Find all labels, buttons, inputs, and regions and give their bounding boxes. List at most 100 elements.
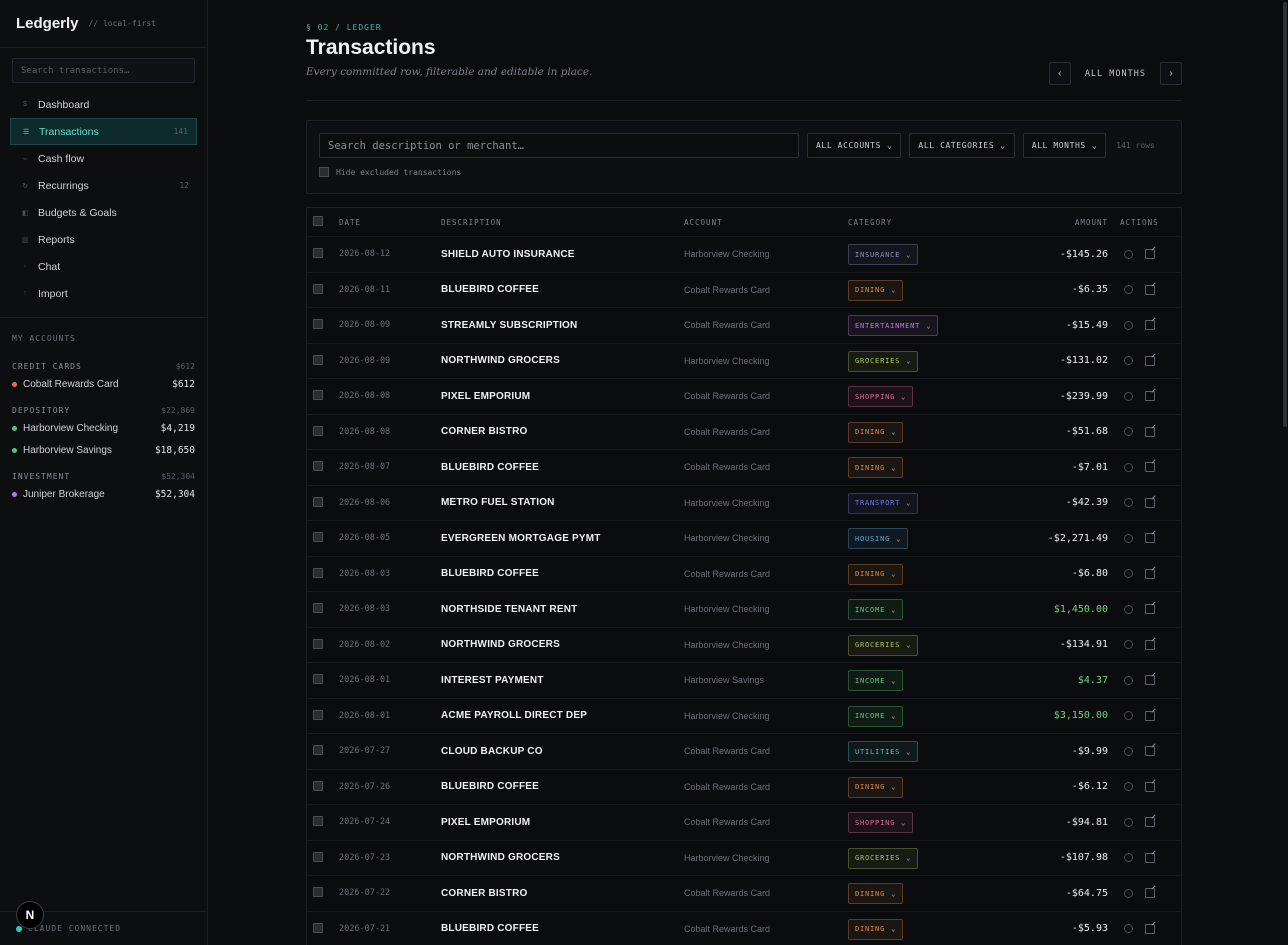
- table-row[interactable]: 2026-08-12 SHIELD AUTO INSURANCE Harborvie…: [307, 237, 1181, 273]
- table-row[interactable]: 2026-08-08 PIXEL EMPORIUM Cobalt Rewards C…: [307, 379, 1181, 415]
- sidebar-item-chat[interactable]: › Chat: [10, 253, 197, 280]
- sidebar-search-input[interactable]: Search transactions…: [12, 58, 195, 83]
- row-checkbox[interactable]: [313, 922, 323, 933]
- category-select[interactable]: GROCERIES ⌄: [848, 634, 919, 656]
- row-description[interactable]: EVERGREEN MORTGAGE PYMT: [441, 533, 684, 544]
- exclude-toggle-icon[interactable]: [1124, 569, 1133, 579]
- column-header-description[interactable]: DESCRIPTION: [441, 218, 684, 227]
- row-checkbox[interactable]: [313, 851, 323, 862]
- hide-excluded-checkbox[interactable]: [319, 167, 329, 177]
- sidebar-item-budgets-goals[interactable]: ◧ Budgets & Goals: [10, 199, 197, 226]
- account-filter-select[interactable]: ALL ACCOUNTS ⌄: [807, 133, 902, 158]
- category-select[interactable]: INCOME ⌄: [848, 670, 904, 691]
- row-description[interactable]: SHIELD AUTO INSURANCE: [441, 249, 684, 260]
- account-item[interactable]: Harborview Savings $18,650: [12, 439, 195, 461]
- category-select[interactable]: GROCERIES ⌄: [848, 350, 919, 372]
- column-header-account[interactable]: ACCOUNT: [684, 218, 848, 227]
- table-row[interactable]: 2026-08-03 NORTHSIDE TENANT RENT Harborvie…: [307, 592, 1181, 628]
- row-description[interactable]: CORNER BISTRO: [441, 888, 684, 899]
- row-checkbox[interactable]: [313, 354, 323, 365]
- table-row[interactable]: 2026-08-06 METRO FUEL STATION Harborview C…: [307, 486, 1181, 521]
- exclude-toggle-icon[interactable]: [1124, 711, 1133, 721]
- exclude-toggle-icon[interactable]: [1124, 853, 1133, 863]
- category-select[interactable]: TRANSPORT ⌄: [848, 492, 919, 514]
- exclude-toggle-icon[interactable]: [1124, 320, 1133, 330]
- category-select[interactable]: UTILITIES ⌄: [848, 741, 919, 762]
- edit-icon[interactable]: [1145, 675, 1155, 686]
- category-select[interactable]: GROCERIES ⌄: [848, 847, 919, 869]
- category-select[interactable]: DINING ⌄: [848, 563, 904, 585]
- row-description[interactable]: NORTHWIND GROCERS: [441, 852, 684, 863]
- category-select[interactable]: DINING ⌄: [848, 918, 904, 940]
- row-checkbox[interactable]: [313, 709, 323, 720]
- edit-icon[interactable]: [1145, 639, 1155, 650]
- edit-icon[interactable]: [1145, 426, 1155, 437]
- category-select[interactable]: DINING ⌄: [848, 279, 904, 301]
- prev-month-button[interactable]: ‹: [1048, 62, 1071, 85]
- sidebar-item-reports[interactable]: ▥ Reports: [10, 226, 197, 253]
- column-header-date[interactable]: DATE: [339, 218, 441, 227]
- exclude-toggle-icon[interactable]: [1124, 817, 1133, 827]
- row-description[interactable]: BLUEBIRD COFFEE: [441, 462, 684, 473]
- edit-icon[interactable]: [1145, 355, 1155, 366]
- column-header-category[interactable]: CATEGORY: [848, 218, 1008, 227]
- edit-icon[interactable]: [1145, 604, 1155, 615]
- table-row[interactable]: 2026-08-03 BLUEBIRD COFFEE Cobalt Rewards …: [307, 557, 1181, 592]
- edit-icon[interactable]: [1145, 923, 1155, 934]
- app-badge[interactable]: N: [16, 901, 44, 929]
- row-checkbox[interactable]: [313, 567, 323, 578]
- exclude-toggle-icon[interactable]: [1124, 604, 1133, 614]
- row-description[interactable]: BLUEBIRD COFFEE: [441, 923, 684, 934]
- row-checkbox[interactable]: [313, 283, 323, 294]
- sidebar-item-transactions[interactable]: ☰ Transactions 141: [10, 118, 197, 145]
- row-checkbox[interactable]: [313, 638, 323, 649]
- next-month-button[interactable]: ›: [1160, 62, 1182, 85]
- exclude-toggle-icon[interactable]: [1124, 640, 1133, 650]
- exclude-toggle-icon[interactable]: [1124, 249, 1133, 259]
- account-item[interactable]: Cobalt Rewards Card $612: [12, 373, 195, 395]
- transaction-search-input[interactable]: Search description or merchant…: [319, 133, 799, 158]
- table-row[interactable]: 2026-07-21 BLUEBIRD COFFEE Cobalt Rewards …: [307, 912, 1181, 945]
- row-description[interactable]: PIXEL EMPORIUM: [441, 817, 684, 828]
- edit-icon[interactable]: [1145, 710, 1155, 721]
- sidebar-item-import[interactable]: ↑ Import: [10, 280, 197, 307]
- row-description[interactable]: STREAMLY SUBSCRIPTION: [441, 320, 684, 331]
- exclude-toggle-icon[interactable]: [1124, 285, 1133, 295]
- category-select[interactable]: INCOME ⌄: [848, 599, 904, 620]
- account-item[interactable]: Harborview Checking $4,219: [12, 417, 195, 439]
- row-description[interactable]: PIXEL EMPORIUM: [441, 391, 684, 402]
- table-row[interactable]: 2026-08-01 INTEREST PAYMENT Harborview Sav…: [307, 663, 1181, 699]
- category-select[interactable]: DINING ⌄: [848, 883, 904, 904]
- row-checkbox[interactable]: [313, 319, 323, 330]
- table-row[interactable]: 2026-08-02 NORTHWIND GROCERS Harborview Ch…: [307, 628, 1181, 663]
- row-description[interactable]: BLUEBIRD COFFEE: [441, 781, 684, 792]
- table-row[interactable]: 2026-07-27 CLOUD BACKUP CO Cobalt Rewards …: [307, 734, 1181, 770]
- category-select[interactable]: SHOPPING ⌄: [848, 812, 914, 833]
- exclude-toggle-icon[interactable]: [1124, 675, 1133, 685]
- category-select[interactable]: DINING ⌄: [848, 457, 904, 478]
- edit-icon[interactable]: [1145, 391, 1155, 402]
- row-description[interactable]: METRO FUEL STATION: [441, 497, 684, 508]
- edit-icon[interactable]: [1145, 781, 1155, 792]
- row-description[interactable]: BLUEBIRD COFFEE: [441, 284, 684, 295]
- category-select[interactable]: INSURANCE ⌄: [848, 244, 919, 265]
- exclude-toggle-icon[interactable]: [1124, 462, 1133, 472]
- table-row[interactable]: 2026-08-01 ACME PAYROLL DIRECT DEP Harborv…: [307, 699, 1181, 734]
- row-checkbox[interactable]: [313, 780, 323, 791]
- category-select[interactable]: DINING ⌄: [848, 776, 904, 798]
- edit-icon[interactable]: [1145, 817, 1155, 828]
- table-row[interactable]: 2026-07-26 BLUEBIRD COFFEE Cobalt Rewards …: [307, 770, 1181, 805]
- row-checkbox[interactable]: [313, 390, 323, 401]
- edit-icon[interactable]: [1145, 852, 1155, 863]
- row-description[interactable]: ACME PAYROLL DIRECT DEP: [441, 710, 684, 721]
- category-filter-select[interactable]: ALL CATEGORIES ⌄: [909, 133, 1015, 158]
- row-checkbox[interactable]: [313, 816, 323, 827]
- category-select[interactable]: INCOME ⌄: [848, 705, 904, 727]
- row-checkbox[interactable]: [313, 674, 323, 685]
- table-row[interactable]: 2026-07-24 PIXEL EMPORIUM Cobalt Rewards C…: [307, 805, 1181, 841]
- scrollbar-thumb[interactable]: [1283, 2, 1287, 427]
- row-checkbox[interactable]: [313, 248, 323, 259]
- row-description[interactable]: INTEREST PAYMENT: [441, 675, 684, 686]
- column-header-amount[interactable]: AMOUNT: [1008, 218, 1114, 227]
- edit-icon[interactable]: [1145, 746, 1155, 757]
